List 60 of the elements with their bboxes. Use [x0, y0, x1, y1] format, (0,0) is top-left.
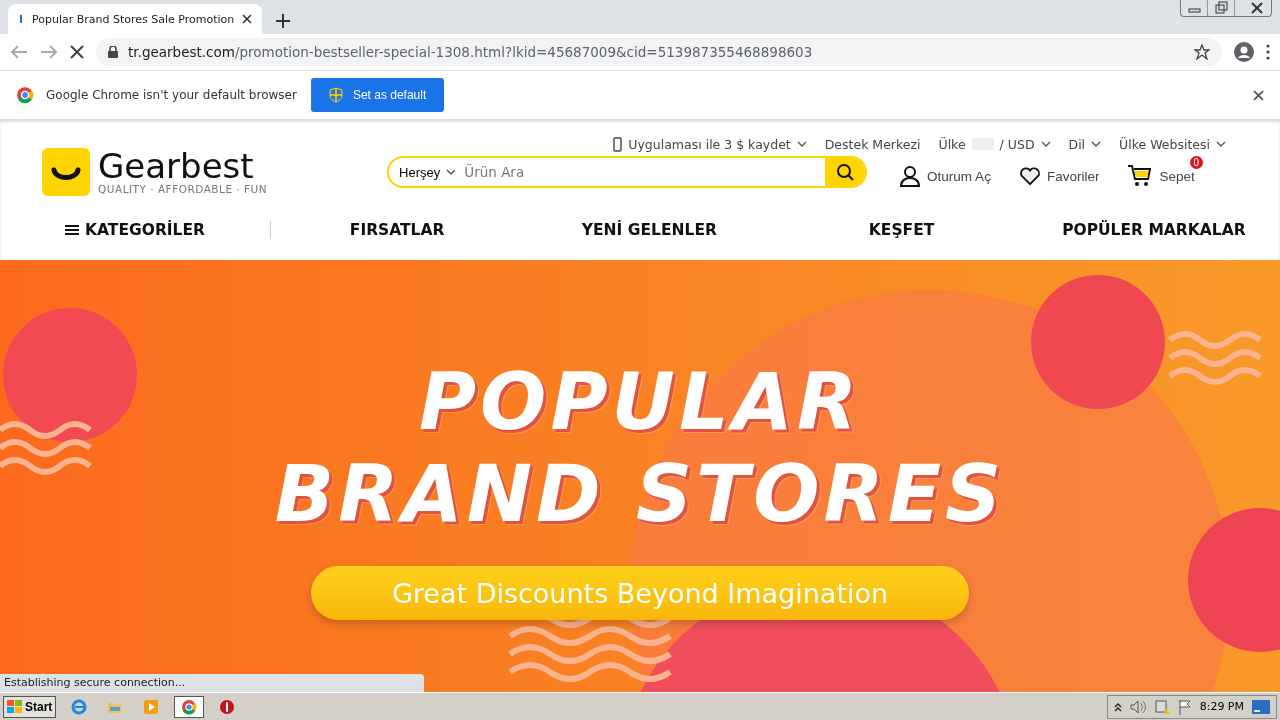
infobar-message: Google Chrome isn't your default browser	[46, 88, 297, 102]
menu-icon	[65, 224, 79, 236]
chevron-icon	[1040, 141, 1051, 147]
nav-link[interactable]: YENİ GELENLER	[581, 221, 717, 239]
new-tab-icon[interactable]	[276, 14, 291, 28]
top-link[interactable]: Ülke Websitesi	[1119, 134, 1226, 154]
phone-icon	[613, 136, 623, 152]
search-field[interactable]: Herşey Ürün Ara	[387, 156, 868, 188]
profile-icon[interactable]	[1234, 42, 1254, 62]
cart-count-badge: 0	[1189, 156, 1203, 169]
close-icon[interactable]	[1253, 89, 1264, 101]
close-icon[interactable]	[242, 14, 253, 24]
nav-link[interactable]: FIRSATLAR	[349, 221, 445, 239]
address-bar[interactable]: tr.gearbest.com/promotion-bestseller-special-1308.html?lkid=45687009&cid=513987355468898603	[96, 38, 1222, 66]
shield-icon	[328, 87, 343, 103]
top-link[interactable]: Dil	[1068, 134, 1102, 154]
category-dropdown[interactable]: Herşey	[389, 164, 463, 180]
banner-title: POPULAR	[418, 356, 862, 448]
top-link[interactable]: Ülke / USD	[938, 134, 1051, 154]
menu-icon[interactable]	[1266, 44, 1270, 60]
logo-tagline: QUALITY · AFFORDABLE · FUN	[98, 183, 268, 195]
header-action[interactable]: Oturum Aç	[899, 156, 999, 188]
show-desktop-icon[interactable]	[1252, 699, 1270, 714]
logo-icon	[42, 148, 90, 196]
chevron-icon	[1091, 141, 1102, 147]
stop-sign-icon	[219, 698, 236, 715]
chrome-icon	[181, 698, 198, 715]
chrome-icon	[16, 86, 34, 104]
banner-title: BRAND STORES	[274, 448, 1006, 540]
heart-icon	[1018, 166, 1041, 186]
logo-text[interactable]: Gearbest	[98, 149, 268, 183]
flag-icon[interactable]	[1177, 698, 1192, 715]
media-player-icon	[143, 698, 160, 715]
start-button[interactable]: Start	[3, 695, 57, 718]
header-action[interactable]: Favoriler	[1018, 156, 1108, 188]
nav-link[interactable]: KATEGORİLER	[65, 221, 205, 239]
clock[interactable]: 8:29 PM	[1199, 700, 1244, 713]
star-icon[interactable]	[1194, 44, 1210, 60]
browser-icon	[71, 698, 88, 715]
taskbar-app[interactable]	[174, 695, 205, 718]
cart-icon	[1127, 164, 1154, 188]
speaker-icon[interactable]	[1129, 699, 1146, 714]
top-link[interactable]: Uygulaması ile 3 $ kaydet	[613, 134, 807, 154]
stop-loading-icon[interactable]	[70, 45, 84, 59]
status-bubble: Establishing secure connection...	[0, 674, 424, 692]
search-button[interactable]	[825, 158, 866, 186]
set-default-button[interactable]: Set as default	[310, 78, 445, 112]
chevron-icon	[1216, 141, 1226, 147]
nav-link[interactable]: POPÜLER MARKALAR	[1062, 221, 1246, 239]
chevron-icon	[446, 169, 457, 175]
user-icon	[899, 165, 922, 187]
top-link[interactable]: Destek Merkezi	[824, 134, 921, 154]
chevron-icon	[796, 141, 807, 147]
lock-icon	[108, 46, 118, 58]
chevron-up-icon[interactable]	[1113, 701, 1122, 712]
header-action[interactable]: Sepet 0	[1127, 156, 1203, 188]
windows-logo-icon	[7, 699, 23, 714]
search-icon	[836, 163, 855, 181]
nav-link[interactable]: KEŞFET	[868, 221, 935, 239]
browser-tab[interactable]: Popular Brand Stores Sale Promotion	[8, 4, 263, 34]
